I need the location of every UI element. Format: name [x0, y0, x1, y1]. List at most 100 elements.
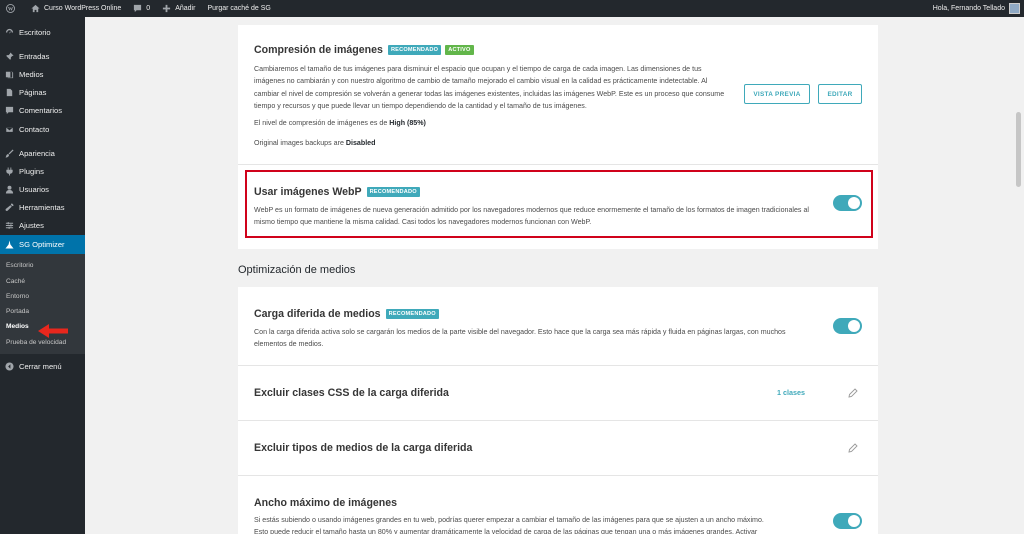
sidebar-label: Ajustes	[19, 221, 44, 231]
sidebar-item-settings[interactable]: Ajustes	[0, 217, 85, 235]
max-width-toggle[interactable]	[833, 513, 862, 529]
lazy-load-toggle[interactable]	[833, 318, 862, 334]
sidebar-label: Contacto	[19, 124, 50, 134]
brush-icon	[5, 149, 14, 158]
sg-optimizer-submenu: Escritorio Caché Entorno Portada Medios …	[0, 254, 85, 354]
plus-icon	[163, 4, 171, 13]
sidebar-label: Medios	[19, 69, 44, 79]
preview-button[interactable]: VISTA PREVIA	[744, 84, 810, 104]
sidebar-item-users[interactable]: Usuarios	[0, 181, 85, 199]
site-name-link[interactable]: Curso WordPress Online	[25, 0, 127, 17]
toggle-knob	[848, 515, 860, 527]
sidebar-label: Escritorio	[19, 27, 51, 37]
user-greeting: Hola, Fernando Tellado	[932, 5, 1005, 12]
dashboard-icon	[5, 28, 14, 33]
max-width-title: Ancho máximo de imágenes	[254, 497, 398, 509]
sidebar-item-plugins[interactable]: Plugins	[0, 162, 85, 180]
site-name: Curso WordPress Online	[44, 5, 122, 12]
sidebar-item-posts[interactable]: Entradas	[0, 47, 85, 65]
red-arrow-annotation	[38, 324, 68, 338]
lazy-load-title: Carga diferida de medios	[254, 308, 381, 320]
mail-icon	[5, 125, 14, 133]
css-classes-link[interactable]: 1 clases	[777, 388, 805, 397]
compression-level-prefix: El nivel de compresión de imágenes es de	[254, 119, 390, 127]
page-scrollbar[interactable]	[1014, 17, 1024, 534]
image-compression-description: Cambiaremos el tamaño de tus imágenes pa…	[254, 65, 725, 110]
compression-level-value: High (85%)	[389, 119, 426, 127]
admin-bar: W Curso WordPress Online 0 Añadir Purgar…	[0, 0, 1024, 17]
sidebar-item-pages[interactable]: Páginas	[0, 84, 85, 102]
submenu-item-environment[interactable]: Entorno	[0, 289, 85, 304]
pin-icon	[5, 52, 14, 61]
admin-sidebar: Escritorio Entradas Medios Páginas Comen…	[0, 17, 85, 534]
backups-status-prefix: Original images backups are	[254, 139, 346, 147]
scrollbar-thumb[interactable]	[1016, 112, 1021, 187]
media-optimization-heading: Optimización de medios	[238, 264, 356, 276]
pencil-icon[interactable]	[848, 388, 858, 398]
sg-icon	[5, 240, 14, 249]
collapse-label: Cerrar menú	[19, 362, 62, 372]
image-compression-section: Compresión de imágenes RECOMENDADO ACTIV…	[238, 25, 878, 165]
image-compression-title: Compresión de imágenes	[254, 44, 383, 56]
backups-status: Original images backups are Disabled	[254, 137, 732, 149]
sidebar-item-tools[interactable]: Herramientas	[0, 199, 85, 217]
highlight-box	[245, 170, 873, 238]
sidebar-label: Páginas	[19, 88, 47, 98]
sidebar-label: Usuarios	[19, 185, 49, 195]
sidebar-item-dashboard[interactable]: Escritorio	[0, 23, 85, 41]
sidebar-label: Entradas	[19, 51, 50, 61]
exclude-css-section: Excluir clases CSS de la carga diferida …	[238, 366, 878, 421]
sidebar-item-media[interactable]: Medios	[0, 65, 85, 83]
compression-level: El nivel de compresión de imágenes es de…	[254, 117, 732, 129]
sidebar-item-comments[interactable]: Comentarios	[0, 102, 85, 120]
submenu-item-dashboard[interactable]: Escritorio	[0, 258, 85, 273]
plugin-icon	[6, 167, 13, 176]
wrench-icon	[5, 203, 14, 212]
lazy-load-header: Carga diferida de medios RECOMENDADO	[254, 308, 439, 320]
exclude-css-title: Excluir clases CSS de la carga diferida	[254, 387, 449, 399]
collapse-menu-button[interactable]: Cerrar menú	[0, 358, 85, 376]
svg-text:W: W	[8, 7, 14, 13]
comments-count: 0	[146, 5, 151, 12]
submenu-item-cache[interactable]: Caché	[0, 273, 85, 288]
sidebar-item-contact[interactable]: Contacto	[0, 120, 85, 138]
add-new-label: Añadir	[175, 5, 196, 12]
wordpress-logo-icon[interactable]: W	[0, 0, 25, 17]
lazy-load-description: Con la carga diferida activa solo se car…	[254, 328, 786, 349]
recommended-badge: RECOMENDADO	[385, 309, 439, 319]
sidebar-label: SG Optimizer	[19, 240, 65, 250]
collapse-icon	[5, 362, 14, 371]
comment-icon	[5, 107, 14, 115]
media-icon	[5, 70, 14, 79]
comments-link[interactable]: 0	[127, 0, 156, 17]
sidebar-label: Apariencia	[19, 148, 55, 158]
pencil-icon[interactable]	[848, 443, 858, 453]
sidebar-item-sg-optimizer[interactable]: SG Optimizer	[0, 235, 85, 255]
comment-icon	[134, 4, 142, 13]
lazy-load-section: Carga diferida de medios RECOMENDADO Con…	[238, 287, 878, 366]
user-icon	[5, 185, 14, 194]
purge-cache-link[interactable]: Purgar caché de SG	[201, 0, 276, 17]
sidebar-label: Plugins	[19, 166, 44, 176]
add-new-link[interactable]: Añadir	[156, 0, 201, 17]
sidebar-label: Comentarios	[19, 106, 63, 116]
recommended-badge: RECOMENDADO	[387, 45, 442, 55]
sidebar-label: Herramientas	[19, 203, 65, 213]
max-width-description-line2: Esto puede reducir el tamaño hasta un 80…	[254, 528, 758, 534]
exclude-media-title: Excluir tipos de medios de la carga dife…	[254, 442, 473, 454]
toggle-knob	[848, 320, 860, 332]
active-badge: ACTIVO	[445, 45, 474, 55]
submenu-item-frontend[interactable]: Portada	[0, 304, 85, 319]
image-compression-header: Compresión de imágenes RECOMENDADO ACTIV…	[254, 44, 474, 56]
user-account[interactable]: Hola, Fernando Tellado	[933, 0, 1020, 17]
max-width-section: Ancho máximo de imágenes Si estás subien…	[238, 476, 878, 534]
purge-cache-label: Purgar caché de SG	[207, 5, 271, 12]
pages-icon	[6, 89, 13, 97]
sidebar-item-appearance[interactable]: Apariencia	[0, 144, 85, 162]
media-optimization-card: Carga diferida de medios RECOMENDADO Con…	[238, 287, 878, 534]
edit-button[interactable]: EDITAR	[818, 84, 862, 104]
backups-status-value: Disabled	[345, 139, 376, 147]
settings-icon	[5, 222, 14, 230]
home-icon	[31, 4, 40, 13]
exclude-media-section: Excluir tipos de medios de la carga dife…	[238, 421, 878, 476]
